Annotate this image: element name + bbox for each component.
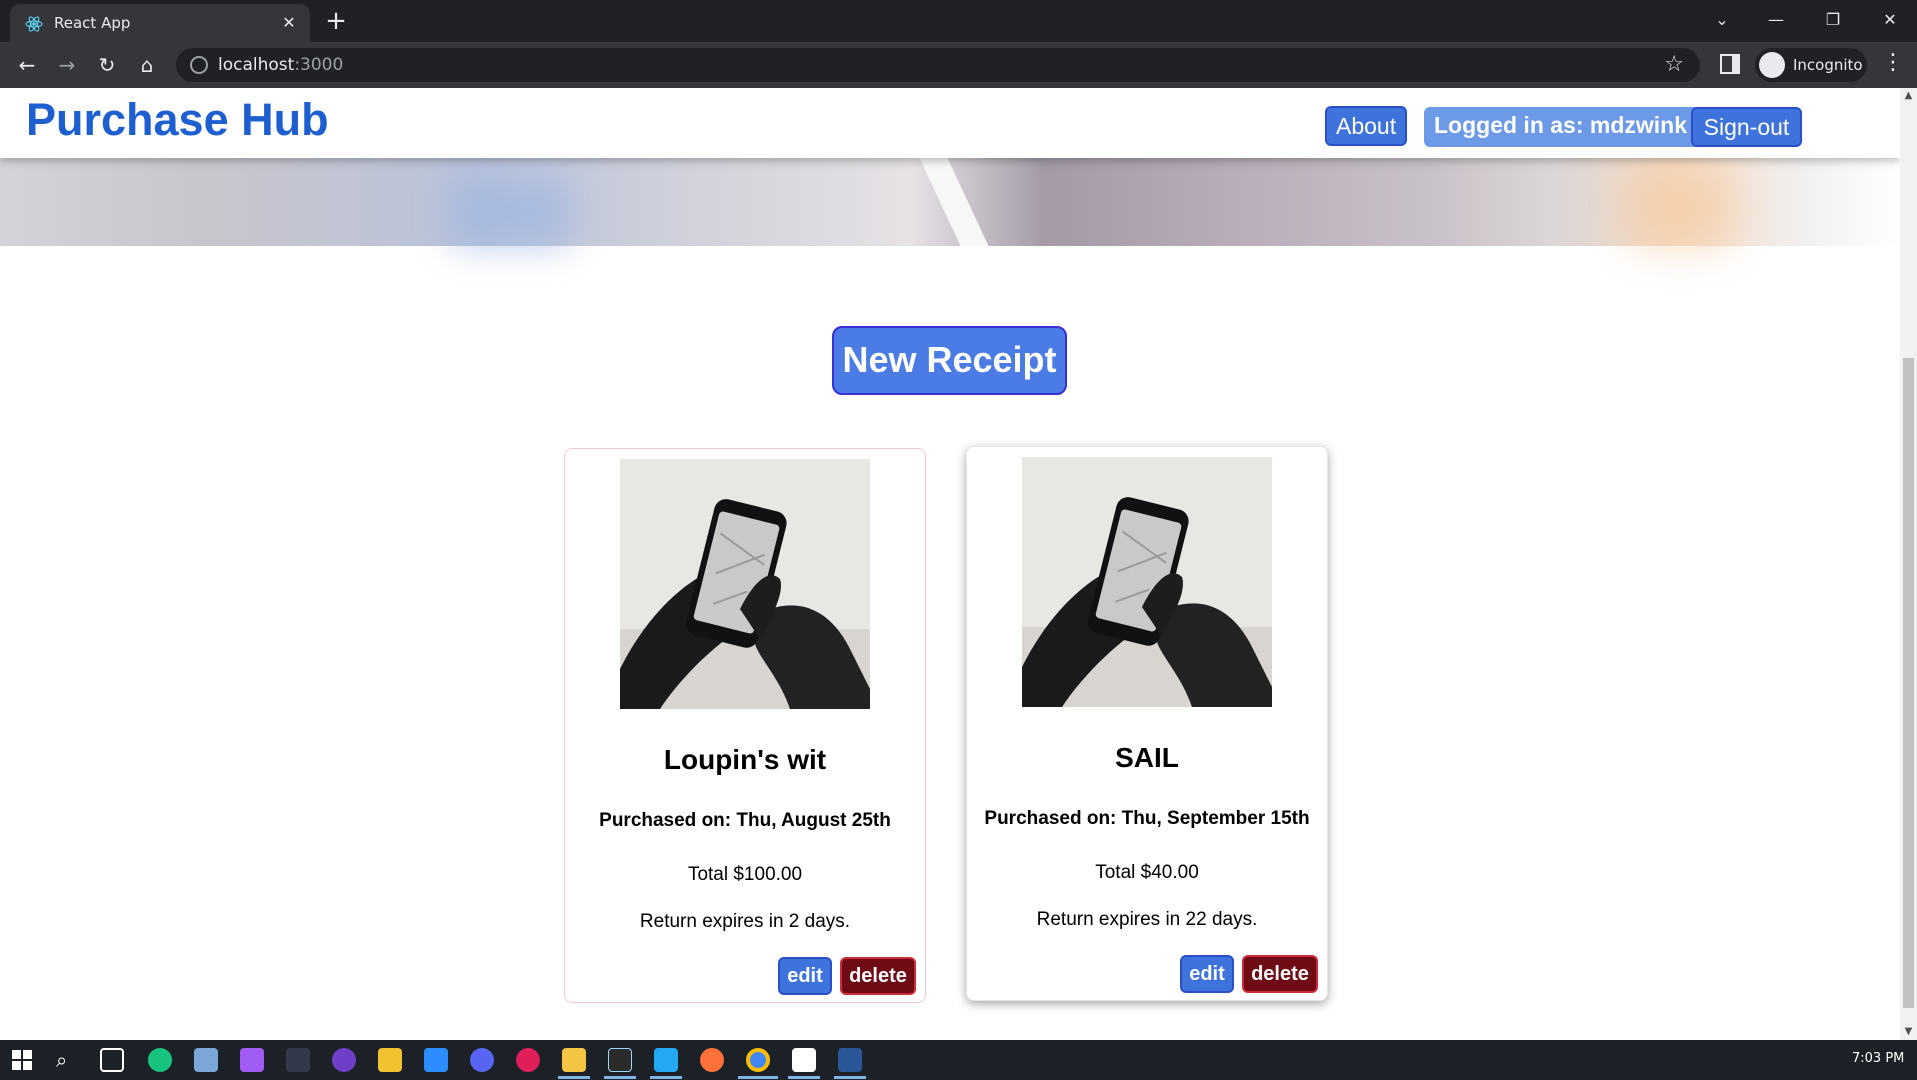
plus-icon[interactable]: + <box>322 8 350 36</box>
forward-icon[interactable]: → <box>52 50 82 80</box>
slack-icon[interactable] <box>516 1048 540 1072</box>
receipt-total: Total $100.00 <box>687 864 803 885</box>
active-indicator <box>738 1076 778 1079</box>
receipt-image <box>620 459 870 709</box>
search-icon[interactable]: ⌕ <box>56 1048 80 1072</box>
screen: React App ✕ + ⌄ — ❐ ✕ ← → ↻ ⌂ localhost:… <box>0 0 1917 1080</box>
about-button[interactable]: About <box>1325 106 1408 146</box>
window-close-icon[interactable]: ✕ <box>1870 6 1910 34</box>
react-icon <box>25 16 43 32</box>
receipt-image <box>1022 457 1272 707</box>
scroll-up-icon[interactable]: ▲ <box>1900 88 1917 104</box>
receipt-total: Total $40.00 <box>1095 862 1199 883</box>
task-view-icon[interactable] <box>100 1048 124 1072</box>
navbar: Purchase Hub About Logged in as: mdzwink… <box>0 88 1900 158</box>
restore-icon[interactable]: ❐ <box>1813 6 1853 34</box>
page-viewport: Purchase Hub About Logged in as: mdzwink… <box>0 88 1900 1040</box>
edit-button[interactable]: edit <box>778 957 832 995</box>
davinci-icon[interactable] <box>286 1048 310 1072</box>
scroll-thumb[interactable] <box>1903 358 1914 1008</box>
profile-label: Incognito <box>1793 56 1863 74</box>
delete-button[interactable]: delete <box>1242 955 1318 993</box>
kebab-menu-icon[interactable]: ⋮ <box>1882 50 1904 75</box>
receipt-card: SAIL Purchased on: Thu, September 15th T… <box>966 446 1328 1001</box>
profile-button[interactable]: Incognito <box>1755 48 1867 82</box>
home-icon[interactable]: ⌂ <box>132 50 162 80</box>
signout-button[interactable]: Sign-out <box>1691 107 1802 147</box>
edit-button[interactable]: edit <box>1180 955 1234 993</box>
receipt-purchase-date: Purchased on: Thu, August 25th <box>599 810 891 831</box>
zoom-icon[interactable] <box>424 1048 448 1072</box>
active-indicator <box>788 1076 820 1079</box>
receipt-title: SAIL <box>1115 742 1179 773</box>
active-indicator <box>834 1076 866 1079</box>
brand-title[interactable]: Purchase Hub <box>26 94 329 146</box>
affinity-icon[interactable] <box>240 1048 264 1072</box>
firefox-icon[interactable] <box>700 1048 724 1072</box>
browser-tabstrip: React App ✕ + ⌄ — ❐ ✕ <box>0 0 1917 42</box>
delete-button[interactable]: delete <box>840 957 916 995</box>
active-indicator <box>650 1076 682 1079</box>
taskbar-clock[interactable]: 7:03 PM <box>1852 1051 1904 1066</box>
close-icon[interactable]: ✕ <box>278 12 300 34</box>
discord-icon[interactable] <box>470 1048 494 1072</box>
notion-icon[interactable] <box>792 1048 816 1072</box>
chrome-icon[interactable] <box>746 1048 770 1072</box>
tab-title: React App <box>54 14 131 32</box>
receipt-card: Loupin's wit Purchased on: Thu, August 2… <box>564 448 926 1003</box>
logged-in-text: Logged in as: mdzwink <box>1434 112 1688 138</box>
page-scrollbar[interactable]: ▲ ▼ <box>1900 88 1917 1040</box>
chatgpt-icon[interactable] <box>148 1048 172 1072</box>
receipt-purchase-date: Purchased on: Thu, September 15th <box>984 808 1310 829</box>
info-icon[interactable] <box>190 56 208 74</box>
hero-banner <box>0 158 1900 246</box>
scroll-down-icon[interactable]: ▼ <box>1900 1024 1917 1040</box>
url-text: localhost:3000 <box>218 55 344 75</box>
terminal-icon[interactable] <box>608 1048 632 1072</box>
browser-toolbar: ← → ↻ ⌂ localhost:3000 ☆ Incognito ⋮ <box>0 42 1917 88</box>
chevron-down-icon[interactable]: ⌄ <box>1702 6 1742 34</box>
receipt-title: Loupin's wit <box>663 744 827 775</box>
photos-icon[interactable] <box>194 1048 218 1072</box>
hero-blur-warm <box>1630 168 1730 246</box>
file-explorer-icon[interactable] <box>562 1048 586 1072</box>
receipt-return-expiry: Return expires in 2 days. <box>639 911 851 932</box>
hero-blur <box>450 178 570 246</box>
incognito-icon <box>1759 52 1785 78</box>
star-icon[interactable]: ☆ <box>1664 52 1684 77</box>
address-bar[interactable]: localhost:3000 ☆ <box>176 48 1700 82</box>
word-icon[interactable] <box>838 1048 862 1072</box>
browser-tab[interactable]: React App ✕ <box>10 4 310 42</box>
new-receipt-button[interactable]: New Receipt <box>832 326 1067 395</box>
sidepanel-icon[interactable] <box>1720 54 1740 74</box>
windows-start-icon[interactable] <box>10 1048 34 1072</box>
receipt-return-expiry: Return expires in 22 days. <box>1036 909 1258 930</box>
hero-stripe <box>919 158 989 246</box>
minimize-icon[interactable]: — <box>1756 6 1796 34</box>
reload-icon[interactable]: ↻ <box>92 50 122 80</box>
active-indicator <box>558 1076 590 1079</box>
windows-taskbar: ⌕ 7:03 PM <box>0 1040 1917 1080</box>
github-icon[interactable] <box>332 1048 356 1072</box>
back-icon[interactable]: ← <box>12 50 42 80</box>
linux-icon[interactable] <box>378 1048 402 1072</box>
active-indicator <box>604 1076 636 1079</box>
vscode-icon[interactable] <box>654 1048 678 1072</box>
